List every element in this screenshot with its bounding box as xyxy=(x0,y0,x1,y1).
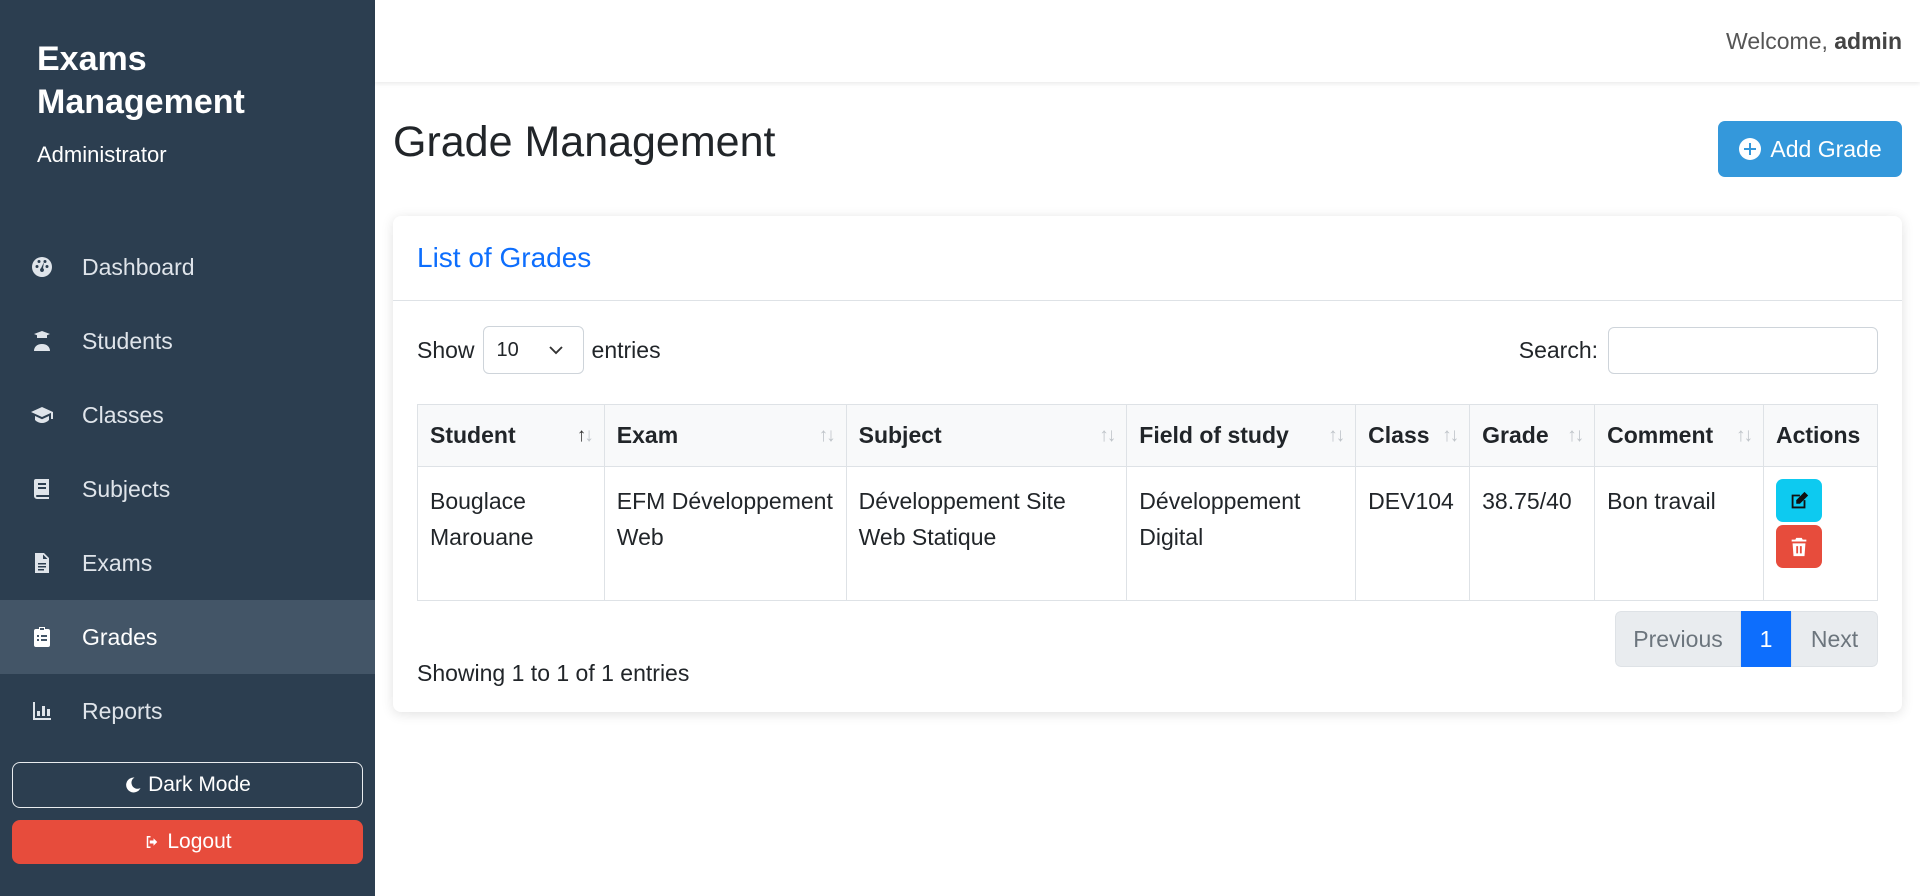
sidebar-nav: Dashboard Students Classes Subjects Exam… xyxy=(0,230,375,748)
column-header-exam[interactable]: Exam ↑↓ xyxy=(603,404,847,467)
cell-class: DEV104 xyxy=(1355,466,1471,601)
delete-button[interactable] xyxy=(1775,525,1822,568)
sort-icon: ↑↓ xyxy=(576,425,594,446)
search-label: Search: xyxy=(1518,336,1598,363)
search-input[interactable] xyxy=(1608,326,1878,374)
header-label: Exam xyxy=(616,422,679,448)
graduation-cap-icon xyxy=(28,401,56,429)
page-title: Grade Management xyxy=(393,118,776,166)
header-label: Grade xyxy=(1482,422,1549,448)
sort-icon: ↑↓ xyxy=(1735,425,1753,446)
sidebar-item-reports[interactable]: Reports xyxy=(0,674,375,748)
cell-field: Développement Digital xyxy=(1126,466,1357,601)
pagination-previous[interactable]: Previous xyxy=(1615,611,1741,667)
sort-icon: ↑↓ xyxy=(818,425,836,446)
dashboard-icon xyxy=(28,253,56,281)
sidebar-item-label: Dashboard xyxy=(82,253,195,280)
dark-mode-label: Dark Mode xyxy=(148,773,251,796)
header-label: Student xyxy=(430,422,516,448)
sidebar-item-subjects[interactable]: Subjects xyxy=(0,452,375,526)
sidebar-item-label: Grades xyxy=(82,623,158,650)
chart-icon xyxy=(28,697,56,725)
sidebar-item-grades[interactable]: Grades xyxy=(0,600,375,674)
column-header-student[interactable]: Student ↑↓ xyxy=(417,404,605,467)
header-label: Class xyxy=(1368,422,1430,448)
column-header-actions: Actions xyxy=(1762,404,1879,467)
sidebar-item-dashboard[interactable]: Dashboard xyxy=(0,230,375,304)
cell-exam: EFM Développement Web xyxy=(603,466,847,601)
sidebar-item-label: Classes xyxy=(82,401,164,428)
sidebar-item-label: Subjects xyxy=(82,475,171,502)
welcome-text: Welcome, admin xyxy=(1726,28,1902,55)
sort-icon: ↑↓ xyxy=(1099,425,1116,446)
cell-subject: Développement Site Web Statique xyxy=(845,466,1128,601)
column-header-comment[interactable]: Comment ↑↓ xyxy=(1594,404,1764,467)
brand-title: Exams Management xyxy=(37,40,245,121)
username: admin xyxy=(1834,28,1902,54)
plus-circle-icon xyxy=(1739,138,1762,160)
sort-icon: ↑↓ xyxy=(1567,425,1584,446)
pagination: Previous 1 Next xyxy=(1615,611,1878,667)
trash-icon xyxy=(1791,537,1807,556)
column-header-field[interactable]: Field of study ↑↓ xyxy=(1126,404,1357,467)
logout-icon xyxy=(147,836,158,848)
chevron-down-icon xyxy=(548,346,563,355)
pagination-page-1[interactable]: 1 xyxy=(1741,611,1791,667)
entries-label: entries xyxy=(591,336,661,363)
sort-icon: ↑↓ xyxy=(1328,425,1345,446)
table-row: Bouglace Marouane EFM Développement Web … xyxy=(417,466,1879,601)
sidebar-item-classes[interactable]: Classes xyxy=(0,378,375,452)
brand-subtitle: Administrator xyxy=(37,142,167,167)
page-size-control: Show 10 entries xyxy=(417,326,661,374)
sidebar-item-exams[interactable]: Exams xyxy=(0,526,375,600)
column-header-subject[interactable]: Subject ↑↓ xyxy=(845,404,1128,467)
edit-icon xyxy=(1791,491,1809,508)
sidebar-item-label: Exams xyxy=(82,549,153,576)
grades-table: Student ↑↓ Exam ↑↓ Subject ↑↓ Field of stud… xyxy=(417,404,1879,601)
sidebar-item-label: Reports xyxy=(82,697,163,724)
add-grade-label: Add Grade xyxy=(1770,135,1882,162)
sidebar: Exams Management Administrator Dashboard… xyxy=(0,0,375,896)
cell-actions xyxy=(1762,466,1879,601)
sidebar-item-students[interactable]: Students xyxy=(0,304,375,378)
student-icon xyxy=(28,327,56,355)
page-size-select[interactable]: 10 xyxy=(482,326,584,374)
logout-button[interactable]: Logout xyxy=(12,820,363,864)
cell-student: Bouglace Marouane xyxy=(417,466,605,601)
logout-label: Logout xyxy=(167,830,232,853)
edit-button[interactable] xyxy=(1775,479,1822,522)
dark-mode-button[interactable]: Dark Mode xyxy=(12,762,363,808)
header-label: Comment xyxy=(1607,422,1714,448)
sort-icon: ↑↓ xyxy=(1442,425,1459,446)
column-header-class[interactable]: Class ↑↓ xyxy=(1355,404,1471,467)
header-label: Actions xyxy=(1775,422,1861,448)
welcome-prefix: Welcome, xyxy=(1726,28,1828,54)
column-header-grade[interactable]: Grade ↑↓ xyxy=(1469,404,1596,467)
cell-comment: Bon travail xyxy=(1594,466,1764,601)
book-icon xyxy=(28,475,56,503)
add-grade-button[interactable]: Add Grade xyxy=(1718,121,1902,177)
card-title: List of Grades xyxy=(417,242,592,273)
brand: Exams Management Administrator xyxy=(0,0,375,168)
table-controls: Show 10 entries Search: xyxy=(417,326,1878,374)
header-label: Field of study xyxy=(1139,422,1289,448)
grades-card: List of Grades Show 10 entries Search: S… xyxy=(393,216,1902,712)
search-control: Search: xyxy=(1519,326,1878,374)
topbar: Welcome, admin xyxy=(375,0,1920,82)
cell-grade: 38.75/40 xyxy=(1469,466,1596,601)
table-header-row: Student ↑↓ Exam ↑↓ Subject ↑↓ Field of stud… xyxy=(417,404,1879,467)
page-size-value: 10 xyxy=(496,338,519,361)
sidebar-item-label: Students xyxy=(82,327,173,354)
table-info: Showing 1 to 1 of 1 entries xyxy=(417,660,690,686)
file-icon xyxy=(28,549,56,577)
card-header: List of Grades xyxy=(393,216,1902,301)
show-label: Show xyxy=(417,336,475,363)
pagination-next[interactable]: Next xyxy=(1791,611,1878,667)
clipboard-icon xyxy=(28,623,56,651)
moon-icon xyxy=(126,777,141,793)
header-label: Subject xyxy=(858,422,942,448)
